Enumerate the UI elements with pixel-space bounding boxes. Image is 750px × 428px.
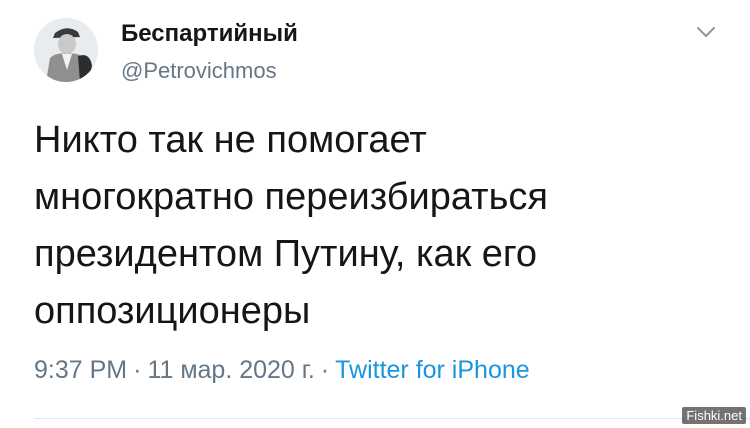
meta-separator: · <box>320 356 330 384</box>
tweet-text-line: президентом Путину, как его <box>34 233 538 275</box>
chevron-down-icon[interactable] <box>692 22 720 42</box>
watermark: Fishki.net <box>682 407 746 424</box>
tweet-text-line: оппозиционеры <box>34 290 311 332</box>
tweet-time[interactable]: 9:37 PM <box>34 356 127 384</box>
divider <box>34 418 750 419</box>
tweet-text: Никто так не помогает многократно переиз… <box>34 112 714 340</box>
tweet-date[interactable]: 11 мар. 2020 г. <box>147 356 314 384</box>
author-display-name[interactable]: Беспартийный <box>121 20 298 48</box>
tweet-meta: 9:37 PM · 11 мар. 2020 г. · Twitter for iPho… <box>34 356 530 385</box>
user-avatar-icon[interactable] <box>34 18 98 82</box>
tweet-text-line: многократно переизбираться <box>34 176 548 218</box>
tweet-card: Беспартийный @Petrovichmos Никто так не … <box>0 0 750 428</box>
tweet-text-line: Никто так не помогает <box>34 119 427 161</box>
tweet-source-link[interactable]: Twitter for iPhone <box>335 356 530 384</box>
meta-separator: · <box>133 356 142 384</box>
author-handle[interactable]: @Petrovichmos <box>121 58 277 84</box>
